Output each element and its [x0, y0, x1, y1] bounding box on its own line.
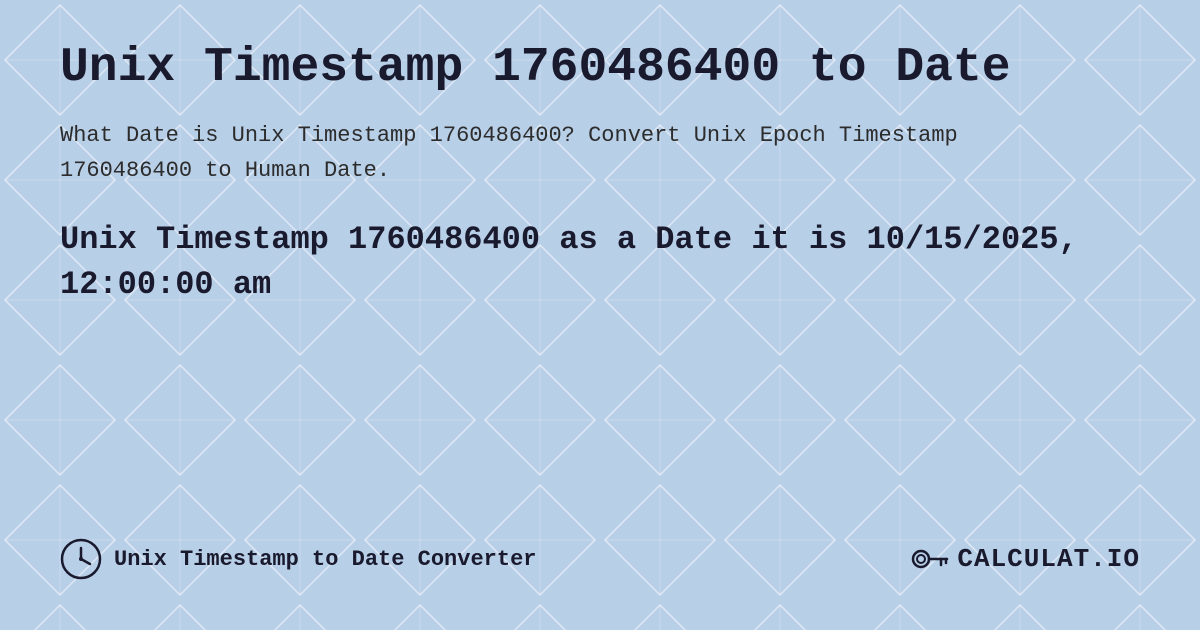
logo-area: CALCULAT.IO — [909, 539, 1140, 579]
logo-icon — [909, 539, 949, 579]
footer: Unix Timestamp to Date Converter CALCULA… — [60, 538, 1140, 590]
logo-text: CALCULAT.IO — [957, 544, 1140, 574]
description-text: What Date is Unix Timestamp 1760486400? … — [60, 118, 960, 188]
result-text: Unix Timestamp 1760486400 as a Date it i… — [60, 218, 1140, 308]
page-title: Unix Timestamp 1760486400 to Date — [60, 40, 1140, 98]
footer-left: Unix Timestamp to Date Converter — [60, 538, 536, 580]
clock-icon — [60, 538, 102, 580]
result-section: Unix Timestamp 1760486400 as a Date it i… — [60, 218, 1140, 308]
footer-label: Unix Timestamp to Date Converter — [114, 547, 536, 572]
